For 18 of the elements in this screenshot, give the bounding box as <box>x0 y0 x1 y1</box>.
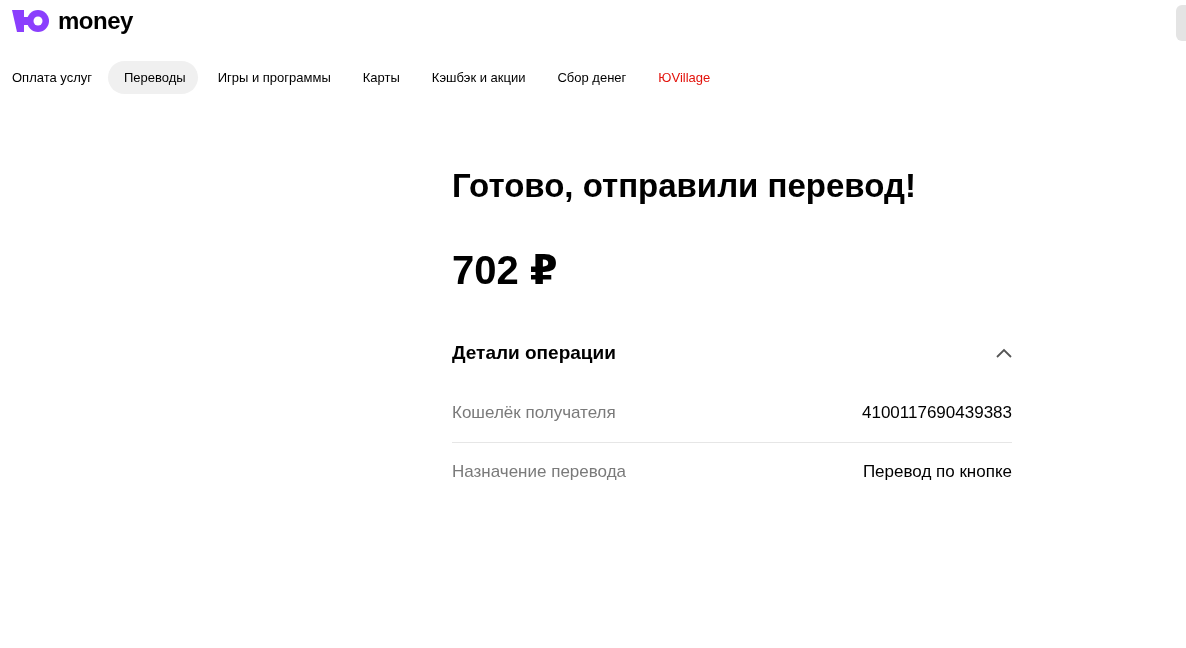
details-title: Детали операции <box>452 342 616 364</box>
nav-tab[interactable]: Переводы <box>108 61 198 94</box>
detail-value: 4100117690439383 <box>862 403 1012 423</box>
detail-label: Назначение перевода <box>452 462 627 482</box>
nav-tab[interactable]: Кэшбэк и акции <box>415 61 538 94</box>
detail-value: Перевод по кнопке <box>862 462 1012 482</box>
success-title: Готово, отправили перевод! <box>452 166 917 206</box>
nav-tab[interactable]: Игры и программы <box>201 61 343 94</box>
scrollbar-thumb[interactable] <box>1176 5 1186 41</box>
logo-icon <box>12 9 50 33</box>
amount: 702 ₽ <box>452 247 559 294</box>
logo-text: money <box>58 7 133 35</box>
nav-tab[interactable]: ЮVillage <box>642 61 723 94</box>
nav-tab[interactable]: Оплата услуг <box>0 61 104 94</box>
nav-tab[interactable]: Сбор денег <box>541 61 639 94</box>
collapse-button[interactable] <box>996 348 1012 358</box>
nav-tab[interactable]: Карты <box>346 61 412 94</box>
detail-label: Кошелёк получателя <box>452 403 616 423</box>
